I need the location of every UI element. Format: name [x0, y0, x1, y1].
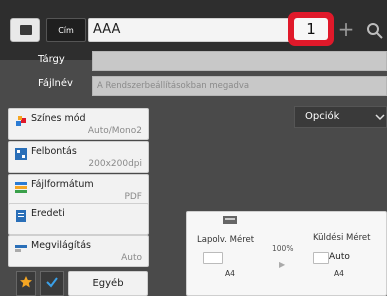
exposure-button[interactable]: Megvilágítás Auto [8, 235, 149, 267]
exposure-value: Auto [121, 253, 142, 263]
search-icon[interactable] [366, 22, 384, 40]
scan-size-value: A4 [225, 269, 235, 278]
file-format-value: PDF [124, 192, 142, 202]
scan-size-title: Lapolv. Méret [197, 235, 255, 245]
original-icon [15, 210, 27, 222]
other-button[interactable]: Egyéb [68, 271, 148, 296]
file-format-icon [15, 181, 27, 193]
check-button[interactable] [40, 271, 64, 296]
address-book-icon [20, 25, 32, 35]
favorite-button[interactable] [16, 271, 36, 296]
filename-label: Fájlnév [38, 78, 73, 89]
filename-field[interactable]: A Rendszerbeállításokban megadva [92, 76, 387, 96]
original-label: Eredeti [31, 208, 65, 219]
destination-field[interactable]: AAA [88, 18, 290, 42]
resolution-icon [15, 148, 27, 160]
original-button[interactable]: Eredeti [8, 203, 149, 235]
arrow-right-icon: ▶ [279, 260, 286, 269]
resolution-label: Felbontás [31, 146, 77, 157]
scanner-icon [223, 216, 237, 224]
subject-label: Tárgy [38, 54, 65, 65]
options-tab[interactable]: Opciók [294, 106, 387, 128]
color-mode-icon [15, 115, 27, 127]
send-size-value: A4 [334, 269, 344, 278]
color-mode-value: Auto/Mono2 [87, 126, 142, 136]
file-format-button[interactable]: Fájlformátum PDF [8, 174, 149, 206]
exposure-label: Megvilágítás [31, 240, 91, 251]
preview-panel: Lapolv. Méret Küldési Méret 100% ▶ Auto … [186, 211, 387, 296]
copy-count-value: 1 [294, 18, 328, 40]
file-format-label: Fájlformátum [31, 179, 94, 190]
color-mode-label: Színes mód [31, 113, 86, 124]
exposure-icon [15, 242, 27, 254]
send-size-title: Küldési Méret [313, 233, 371, 243]
copy-count-field[interactable]: 1 [288, 12, 334, 46]
address-book-button[interactable] [10, 18, 40, 42]
send-size-auto: Auto [329, 252, 350, 262]
resolution-value: 200x200dpi [88, 159, 142, 169]
chevron-down-icon [374, 110, 386, 124]
scan-paper-icon [203, 252, 223, 264]
star-icon [19, 275, 33, 292]
checkmark-icon [45, 275, 59, 292]
ratio-value: 100% [272, 244, 294, 253]
add-destination-button[interactable]: + [336, 16, 356, 42]
color-mode-button[interactable]: Színes mód Auto/Mono2 [8, 108, 149, 140]
send-paper-icon [313, 252, 329, 264]
address-label-button[interactable]: Cím [46, 18, 86, 42]
subject-field[interactable] [92, 51, 387, 71]
options-label: Opciók [305, 111, 340, 122]
resolution-button[interactable]: Felbontás 200x200dpi [8, 141, 149, 173]
